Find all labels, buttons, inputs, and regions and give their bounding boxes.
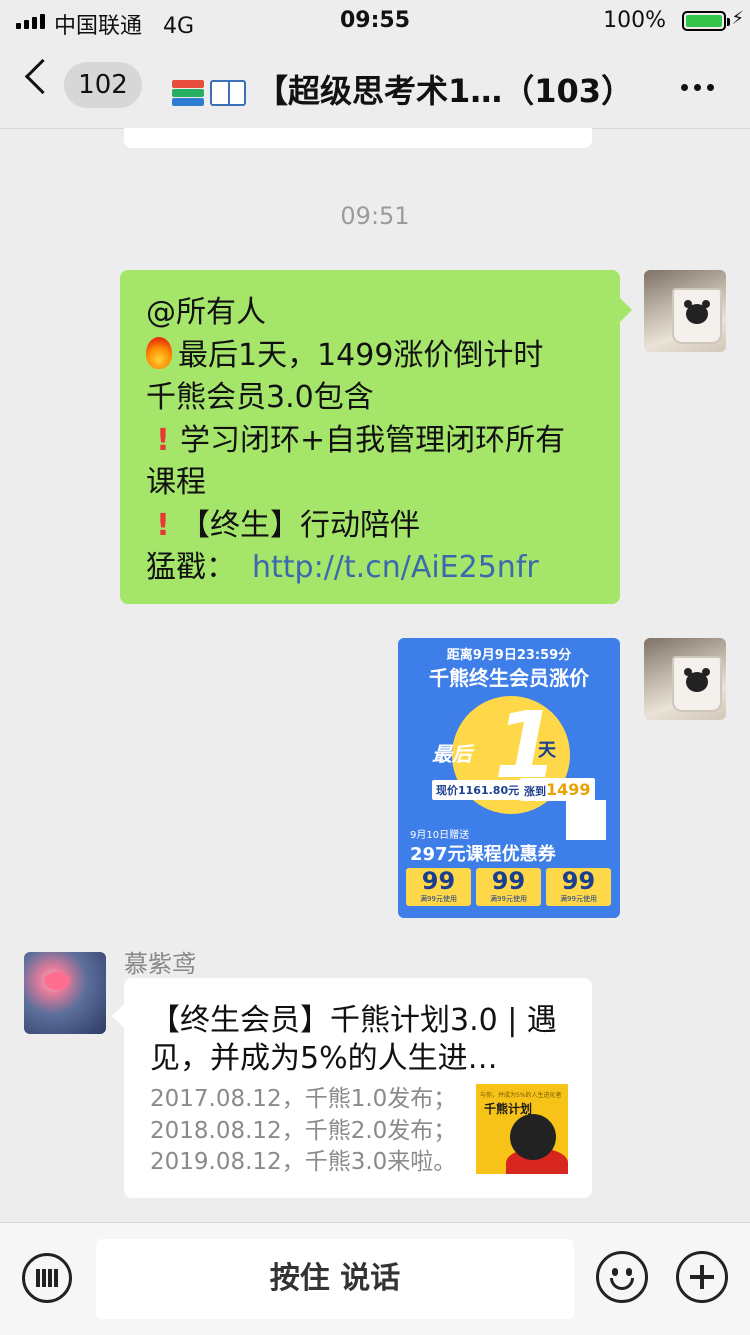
poster-coupons: 99 满99元使用 99 满99元使用 99 满99元使用 — [406, 868, 611, 906]
poster-new-price: 涨到1499 — [520, 778, 595, 801]
books-icon — [172, 78, 204, 108]
message-line: 猛戳： http://t.cn/AiE25nfr — [146, 550, 539, 585]
bear-icon — [510, 1114, 556, 1160]
more-options-icon[interactable] — [681, 84, 714, 91]
input-bar: 按住 说话 — [0, 1222, 750, 1335]
card-title: 【终生会员】千熊计划3.0 | 遇见，并成为5%的人生进… — [150, 1003, 557, 1076]
poster-left-word: 最后 — [432, 742, 472, 766]
poster-coupon-title: 297元课程优惠券 — [410, 844, 556, 865]
exclamation-icon: ! — [156, 507, 170, 543]
qr-code-icon — [566, 800, 606, 840]
card-thumbnail: 与你，并成为5%的人生进化者 千熊计划 — [476, 1084, 568, 1174]
coupon: 99 满99元使用 — [406, 868, 471, 906]
exclamation-icon: ! — [156, 422, 170, 458]
unread-badge[interactable]: 102 — [64, 62, 142, 108]
poster-deadline: 距离9月9日23:59分 — [446, 648, 572, 663]
message-line: 千熊会员3.0包含 — [146, 380, 374, 415]
message-timestamp: 09:51 — [340, 202, 410, 230]
poster-image-message[interactable]: 距离9月9日23:59分 千熊终生会员涨价 1 最后 天 现价1161.80元 … — [398, 638, 620, 918]
poster-headline: 千熊终生会员涨价 — [429, 666, 589, 690]
message-line: @所有人 — [146, 295, 266, 330]
open-book-icon — [210, 80, 246, 106]
poster-right-word: 天 — [538, 740, 556, 761]
bear-logo — [684, 300, 710, 324]
battery-icon — [682, 11, 730, 31]
chat-title-text: 【超级思考术1…（103） — [256, 72, 634, 110]
hold-to-talk-button[interactable]: 按住 说话 — [96, 1239, 574, 1319]
message-link[interactable]: http://t.cn/AiE25nfr — [252, 550, 539, 585]
chat-header: 102 【超级思考术1…（103） — [0, 40, 750, 129]
my-avatar[interactable] — [644, 270, 726, 352]
status-bar: 中国联通 4G 09:55 100% ⚡ — [0, 0, 750, 40]
previous-message-bubble[interactable] — [124, 128, 592, 148]
bear-logo — [684, 668, 710, 692]
sender-avatar[interactable] — [24, 952, 106, 1034]
link-card-message[interactable]: 【终生会员】千熊计划3.0 | 遇见，并成为5%的人生进… 2017.08.12… — [112, 978, 592, 1198]
plus-icon[interactable] — [676, 1251, 728, 1303]
message-line: 最后1天，1499涨价倒计时 — [146, 335, 594, 378]
chat-title[interactable]: 【超级思考术1…（103） — [172, 66, 633, 112]
coupon: 99 满99元使用 — [546, 868, 611, 906]
keyboard-icon[interactable] — [22, 1253, 72, 1303]
back-icon[interactable] — [24, 58, 61, 95]
battery-percent: 100% — [603, 8, 666, 33]
card-description: 2017.08.12，千熊1.0发布； 2018.08.12，千熊2.0发布； … — [150, 1086, 457, 1175]
poster-gift-date: 9月10日赠送 — [410, 830, 470, 841]
fire-icon — [146, 336, 172, 369]
message-line: ! 学习闭环+自我管理闭环所有课程 — [146, 420, 594, 505]
coupon: 99 满99元使用 — [476, 868, 541, 906]
my-avatar[interactable] — [644, 638, 726, 720]
sender-name: 慕紫鸢 — [124, 950, 196, 978]
message-line: ! 【终生】行动陪伴 — [146, 505, 594, 548]
emoji-icon[interactable] — [596, 1251, 648, 1303]
charging-icon: ⚡ — [731, 8, 744, 29]
text-message-bubble[interactable]: @所有人 最后1天，1499涨价倒计时 千熊会员3.0包含 ! 学习闭环+自我管理… — [120, 270, 632, 604]
poster-current-price: 现价1161.80元 — [432, 780, 524, 800]
